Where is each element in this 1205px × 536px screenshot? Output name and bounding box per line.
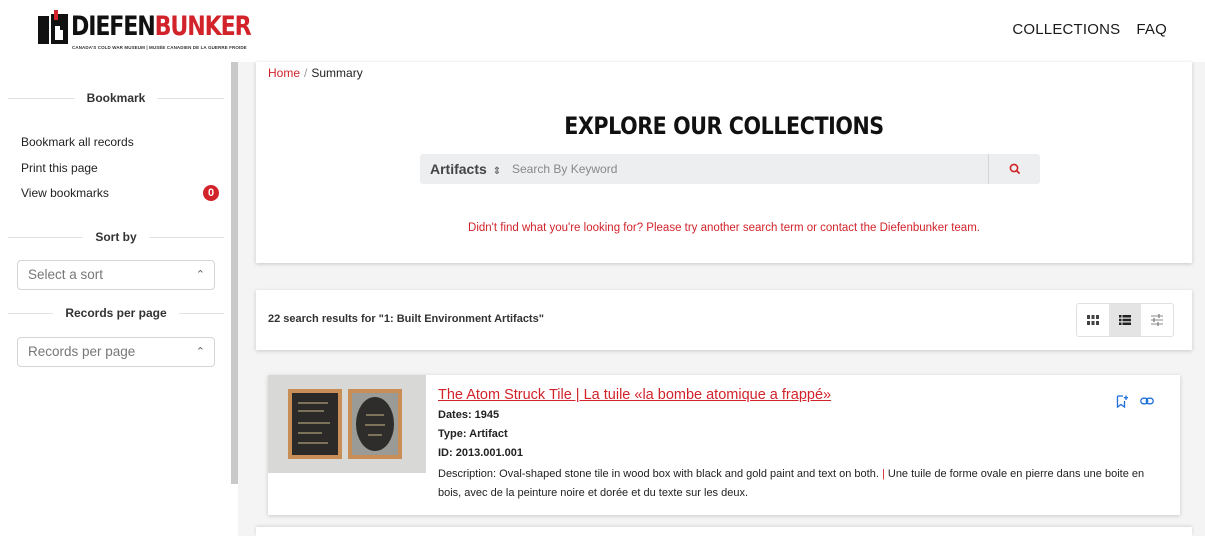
filter-icon: [1151, 314, 1163, 326]
item-id: ID: 2013.001.001: [438, 447, 524, 459]
results-count: 22 search results for "1: Built Environm…: [268, 313, 544, 325]
result-item: The Atom Struck Tile | La tuile «la bomb…: [268, 375, 1180, 515]
sort-select[interactable]: Select a sort ⌃: [17, 260, 215, 290]
sort-select-value: Select a sort: [28, 267, 104, 282]
page-title: EXPLORE OUR COLLECTIONS: [564, 112, 884, 140]
logo-wordmark: DIEFENBUNKER: [71, 11, 252, 42]
item-dates: Dates: 1945: [438, 409, 500, 421]
filter-view-button[interactable]: [1141, 304, 1173, 336]
description-label: Description:: [438, 468, 497, 480]
bookmark-all-records-link[interactable]: Bookmark all records: [21, 135, 134, 149]
print-page-link[interactable]: Print this page: [21, 161, 98, 175]
item-title-link[interactable]: The Atom Struck Tile | La tuile «la bomb…: [438, 387, 831, 403]
grid-view-button[interactable]: [1077, 304, 1109, 336]
search-input[interactable]: [512, 158, 978, 180]
view-mode-toggle: [1076, 303, 1174, 337]
item-actions: [1116, 395, 1154, 408]
view-bookmarks-link[interactable]: View bookmarks: [21, 186, 109, 200]
sidebar-scrollbar[interactable]: [231, 62, 238, 484]
bunker-logo-icon: [38, 10, 68, 44]
artifact-image: [268, 375, 426, 473]
search-panel: Home / Summary EXPLORE OUR COLLECTIONS Art…: [256, 62, 1192, 263]
logo-tagline: CANADA'S COLD WAR MUSEUM | MUSÉE CANADIE…: [72, 45, 247, 50]
updown-chevron-icon: ⇕: [492, 166, 502, 177]
search-button[interactable]: [988, 154, 1040, 184]
search-help-text[interactable]: Didn't find what you're looking for? Ple…: [256, 222, 1192, 234]
search-type-value: Artifacts: [430, 161, 487, 177]
breadcrumb-separator: /: [304, 66, 308, 80]
list-view-button[interactable]: [1109, 304, 1141, 336]
breadcrumb-home-link[interactable]: Home: [268, 66, 300, 80]
search-type-select[interactable]: Artifacts ⇕: [430, 154, 501, 187]
site-header: DIEFENBUNKER CANADA'S COLD WAR MUSEUM | …: [0, 0, 1205, 62]
breadcrumb-current: Summary: [311, 66, 363, 80]
bookmark-count-badge: 0: [203, 185, 219, 201]
main-content: Home / Summary EXPLORE OUR COLLECTIONS Art…: [238, 62, 1205, 536]
top-nav: COLLECTIONS FAQ: [1012, 21, 1167, 38]
nav-faq-link[interactable]: FAQ: [1136, 21, 1167, 38]
records-per-page-value: Records per page: [28, 344, 136, 359]
diefenbunker-logo[interactable]: DIEFENBUNKER CANADA'S COLD WAR MUSEUM | …: [38, 10, 252, 56]
list-icon: [1119, 315, 1131, 325]
next-result-card-edge: [256, 527, 1192, 536]
item-type: Type: Artifact: [438, 428, 508, 440]
records-per-page-heading: Records per page: [8, 306, 224, 320]
link-icon[interactable]: [1140, 395, 1154, 407]
breadcrumb: Home / Summary: [268, 66, 363, 80]
sidebar: Bookmark Bookmark all records Print this…: [0, 62, 230, 536]
nav-collections-link[interactable]: COLLECTIONS: [1012, 21, 1120, 38]
updown-chevron-icon: ⌃: [195, 346, 205, 358]
grid-icon: [1087, 315, 1099, 325]
search-icon: [1009, 163, 1020, 174]
bookmark-add-icon[interactable]: [1116, 395, 1128, 408]
description-separator: |: [881, 468, 885, 480]
updown-chevron-icon: ⌃: [195, 269, 205, 281]
description-en: Oval-shaped stone tile in wood box with …: [499, 468, 879, 480]
artifact-thumbnail[interactable]: [268, 375, 426, 473]
item-description: Description: Oval-shaped stone tile in w…: [438, 465, 1158, 503]
results-bar: 22 search results for "1: Built Environm…: [256, 290, 1192, 350]
records-per-page-select[interactable]: Records per page ⌃: [17, 337, 215, 367]
search-bar: Artifacts ⇕: [420, 154, 1040, 184]
bookmark-heading: Bookmark: [8, 91, 224, 105]
sort-heading: Sort by: [8, 230, 224, 244]
